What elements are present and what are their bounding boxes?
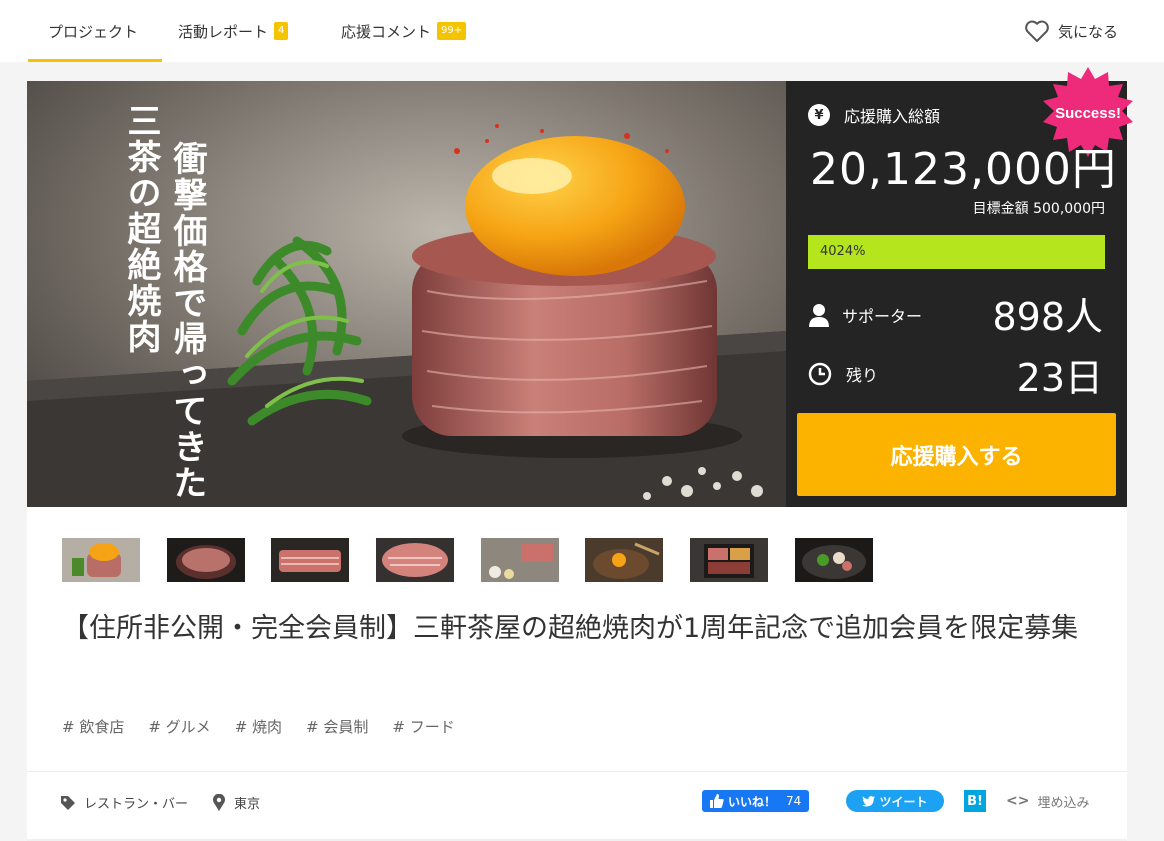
code-icon: <>: [1006, 793, 1030, 809]
tab-comments[interactable]: 応援コメント 99+: [341, 0, 467, 62]
heart-icon: [1025, 20, 1049, 42]
thumbnail[interactable]: [690, 538, 769, 582]
like-label: いいね！: [728, 794, 777, 809]
yen-icon: ¥: [808, 104, 830, 126]
category-label: レストラン・バー: [84, 797, 189, 812]
supporters-label: サポーター: [842, 307, 923, 326]
tweet-label: ツイート: [879, 794, 928, 809]
activity-report-count-badge: 4: [274, 22, 289, 40]
map-pin-icon: [213, 793, 225, 811]
goal-amount: 目標金額 500,000円: [972, 201, 1105, 217]
clock-icon: [808, 362, 832, 386]
tag-link[interactable]: # 会員制: [306, 716, 368, 737]
total-amount: 20,123,000円: [810, 144, 1117, 195]
embed-label: 埋め込み: [1037, 795, 1090, 811]
supporters-count: 898人: [992, 295, 1103, 339]
remaining-days: 23日: [1016, 356, 1103, 400]
thumbnail-strip: [62, 538, 900, 582]
thumbnail[interactable]: [794, 538, 873, 582]
hero-catchcopy-1: 衝撃価格で帰ってきた: [167, 141, 208, 501]
favorite-label: 気になる: [1057, 22, 1118, 41]
tag-list: # 飲食店 # グルメ # 焼肉 # 会員制 # フード: [62, 716, 479, 737]
remaining-row: 残り: [808, 362, 878, 386]
remaining-label: 残り: [846, 366, 879, 385]
tag-link[interactable]: # グルメ: [148, 716, 210, 737]
thumbnail[interactable]: [271, 538, 350, 582]
tag-link[interactable]: # 飲食店: [62, 716, 124, 737]
tab-activity-report-label: 活動レポート: [178, 22, 269, 41]
thumbnail[interactable]: [62, 538, 140, 582]
success-badge-label: Success!: [1055, 105, 1121, 122]
embed-link[interactable]: <> 埋め込み: [1006, 790, 1089, 812]
thumbnail[interactable]: [585, 538, 664, 582]
thumbnail[interactable]: [166, 538, 245, 582]
total-label-row: ¥ 応援購入総額: [808, 103, 940, 127]
tag-link[interactable]: # フード: [392, 716, 454, 737]
category-link[interactable]: レストラン・バー: [60, 793, 188, 812]
hatena-bookmark-button[interactable]: B!: [964, 790, 986, 812]
progress-percent: 4024%: [820, 244, 866, 259]
thumbnail[interactable]: [480, 538, 559, 582]
comments-count-badge: 99+: [437, 22, 467, 40]
yakiniku-hero-photo: 衝撃価格で帰ってきた 三茶の超絶焼肉: [27, 81, 786, 507]
support-purchase-button[interactable]: 応援購入する: [797, 413, 1116, 496]
top-nav: プロジェクト 活動レポート 4 応援コメント 99+ 気になる: [0, 0, 1164, 62]
tab-project[interactable]: プロジェクト: [27, 0, 163, 62]
like-count: 74: [786, 794, 802, 808]
thumbs-up-icon: [710, 794, 724, 808]
progress-bar: 4024%: [808, 235, 1105, 269]
person-icon: [809, 304, 829, 327]
tab-comments-label: 応援コメント: [341, 22, 432, 41]
tag-link[interactable]: # 焼肉: [235, 716, 282, 737]
project-info-card: 【住所非公開・完全会員制】三軒茶屋の超絶焼肉が1周年記念で追加会員を限定募集 #…: [27, 507, 1127, 841]
tab-activity-report[interactable]: 活動レポート 4: [178, 0, 289, 62]
tweet-button[interactable]: ツイート: [846, 790, 944, 812]
project-title: 【住所非公開・完全会員制】三軒茶屋の超絶焼肉が1周年記念で追加会員を限定募集: [62, 613, 1079, 644]
favorite-button[interactable]: 気になる: [1024, 0, 1118, 62]
location-link[interactable]: 東京: [212, 793, 260, 812]
thumbnail[interactable]: [376, 538, 455, 582]
project-meta: レストラン・バー 東京: [60, 793, 284, 812]
hero-catchcopy-2: 三茶の超絶焼肉: [121, 103, 161, 355]
tag-icon: [61, 795, 75, 810]
facebook-like-button[interactable]: いいね！ 74: [702, 790, 810, 812]
main-project-image[interactable]: 衝撃価格で帰ってきた 三茶の超絶焼肉: [27, 81, 786, 507]
supporters-row: サポーター: [808, 303, 922, 327]
location-label: 東京: [234, 797, 261, 812]
tab-project-label: プロジェクト: [48, 22, 139, 41]
total-label: 応援購入総額: [844, 107, 941, 126]
divider: [27, 771, 1127, 772]
twitter-bird-icon: [862, 795, 876, 807]
funding-stats-panel: Success! ¥ 応援購入総額 20,123,000円 目標金額 500,0…: [786, 67, 1133, 507]
